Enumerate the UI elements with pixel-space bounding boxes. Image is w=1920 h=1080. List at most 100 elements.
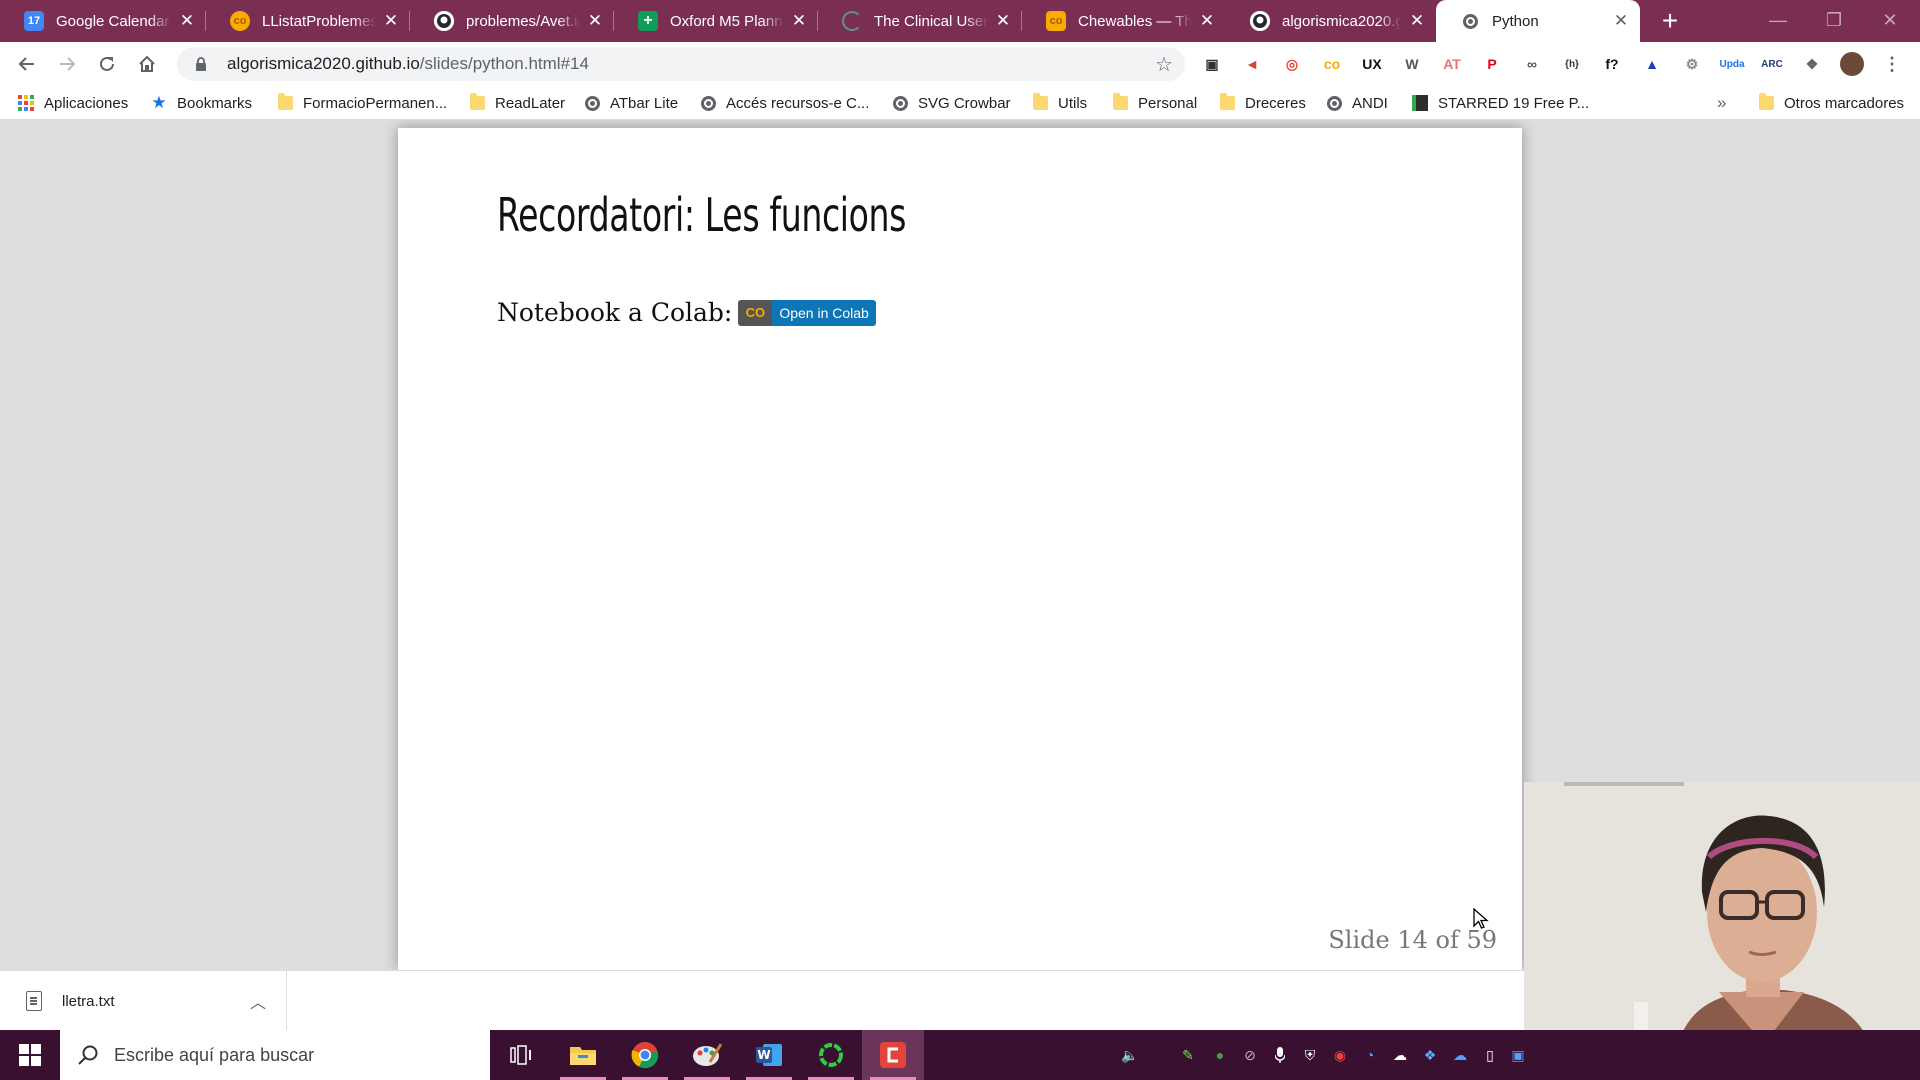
- bookmark-utils[interactable]: Utils: [1032, 86, 1087, 120]
- wordpress-ext-icon[interactable]: W: [1400, 52, 1424, 76]
- glasses-ext-icon[interactable]: ∞: [1520, 52, 1544, 76]
- tab-chewables[interactable]: co Chewables — The ✕: [1022, 0, 1226, 42]
- open-in-colab-badge[interactable]: CO Open in Colab: [738, 299, 876, 326]
- profile-avatar[interactable]: [1840, 52, 1864, 76]
- task-view-button[interactable]: [490, 1030, 552, 1080]
- task-view-icon: [510, 1045, 531, 1065]
- network-disabled-tray-icon[interactable]: ⊘: [1240, 1045, 1260, 1065]
- taskbar-file-explorer[interactable]: [552, 1030, 614, 1080]
- url-text[interactable]: algorismica2020.github.io/slides/python.…: [227, 54, 589, 74]
- tab-title: Python: [1492, 12, 1539, 30]
- close-icon[interactable]: ✕: [1198, 11, 1216, 31]
- at-ext-icon[interactable]: AT: [1440, 52, 1464, 76]
- taskbar-green-ring-app[interactable]: [800, 1030, 862, 1080]
- tab-title: LListatProblemes.ip: [262, 12, 376, 30]
- taskbar-search-box[interactable]: Escribe aquí para buscar: [60, 1030, 490, 1080]
- pen-tray-icon[interactable]: ✎: [1178, 1045, 1198, 1065]
- taskbar-chrome[interactable]: [614, 1030, 676, 1080]
- defender-shield-tray-icon[interactable]: ⛨: [1300, 1045, 1320, 1065]
- clipboard-tray-icon[interactable]: ▣: [1508, 1045, 1528, 1065]
- close-icon[interactable]: ✕: [1408, 11, 1426, 31]
- formula-ext-icon[interactable]: f?: [1600, 52, 1624, 76]
- colab-ext-icon[interactable]: co: [1320, 52, 1344, 76]
- reload-button[interactable]: [92, 49, 122, 79]
- minimize-button[interactable]: —: [1748, 0, 1808, 42]
- colab-logo-icon: CO: [738, 299, 773, 326]
- home-button[interactable]: [132, 49, 162, 79]
- close-icon[interactable]: ✕: [994, 11, 1012, 31]
- folder-icon: [1219, 93, 1235, 111]
- update-ext-icon[interactable]: Upda: [1720, 52, 1745, 76]
- tab-algorismica[interactable]: algorismica2020.g ✕: [1226, 0, 1436, 42]
- close-icon[interactable]: ✕: [586, 11, 604, 31]
- bookmark-atbar[interactable]: ATbar Lite: [584, 86, 678, 120]
- bookmark-starred[interactable]: STARRED 19 Free P...: [1412, 86, 1589, 120]
- microphone-tray-icon[interactable]: [1270, 1045, 1290, 1065]
- cloud-upload-tray-icon[interactable]: ☁: [1390, 1045, 1410, 1065]
- blue-app-tray-icon[interactable]: ◔: [1360, 1045, 1380, 1065]
- taskbar-camtasia[interactable]: [862, 1030, 924, 1080]
- start-button[interactable]: [0, 1030, 60, 1080]
- pinterest-ext-icon[interactable]: P: [1480, 52, 1504, 76]
- onedrive-tray-icon[interactable]: ☁: [1450, 1045, 1470, 1065]
- notebook-label: Notebook a Colab:: [497, 298, 733, 327]
- bookmark-star-icon[interactable]: ☆: [1155, 52, 1173, 77]
- tab-llistat-problemes[interactable]: co LListatProblemes.ip ✕: [206, 0, 410, 42]
- close-icon[interactable]: ✕: [1612, 11, 1630, 31]
- tab-clinical-user[interactable]: The Clinical User E ✕: [818, 0, 1022, 42]
- green-ring-app-icon: [819, 1043, 843, 1067]
- bookmark-formacio[interactable]: FormacioPermanen...: [277, 86, 447, 120]
- bookmark-readlater[interactable]: ReadLater: [469, 86, 565, 120]
- star-icon: ★: [151, 93, 167, 112]
- close-icon[interactable]: ✕: [382, 11, 400, 31]
- address-bar[interactable]: algorismica2020.github.io/slides/python.…: [177, 47, 1185, 81]
- ux-ext-icon[interactable]: UX: [1360, 52, 1384, 76]
- restore-button[interactable]: ❐: [1804, 0, 1864, 42]
- tab-google-calendar[interactable]: 17 Google Calendar - ✕: [0, 0, 206, 42]
- close-icon[interactable]: ✕: [790, 11, 808, 31]
- tab-problemes-avet[interactable]: problemes/Avet.ip ✕: [410, 0, 614, 42]
- bookmark-label: FormacioPermanen...: [303, 94, 448, 112]
- color-wheel-ext-icon[interactable]: ◎: [1280, 52, 1304, 76]
- bookmark-apps[interactable]: Aplicaciones: [18, 86, 128, 120]
- chevron-up-icon[interactable]: ︿: [250, 989, 266, 1013]
- bookmark-andi[interactable]: ANDI: [1326, 86, 1388, 120]
- bookmark-acces-recursos[interactable]: Accés recursos-e C...: [700, 86, 869, 120]
- taskbar-paint-app[interactable]: [676, 1030, 738, 1080]
- close-icon[interactable]: ✕: [178, 11, 196, 31]
- gear-ext-icon[interactable]: ⚙: [1680, 52, 1704, 76]
- arc-ext-icon[interactable]: ARC: [1760, 52, 1784, 76]
- close-window-button[interactable]: ✕: [1860, 0, 1920, 42]
- chrome-tray-icon[interactable]: ◉: [1330, 1045, 1350, 1065]
- lock-icon[interactable]: [193, 55, 209, 73]
- megaphone-ext-icon[interactable]: ◄: [1240, 52, 1264, 76]
- forward-button[interactable]: [52, 49, 82, 79]
- tab-python-active[interactable]: Python ✕: [1436, 0, 1640, 42]
- puzzle-ext-icon[interactable]: ❖: [1800, 52, 1824, 76]
- other-bookmarks[interactable]: Otros marcadores: [1758, 86, 1904, 120]
- bookmarks-overflow-button[interactable]: »: [1717, 86, 1726, 120]
- headings-ext-icon[interactable]: {h}: [1560, 52, 1584, 76]
- green-shield-tray-icon[interactable]: ●: [1210, 1045, 1230, 1065]
- new-tab-button[interactable]: +: [1655, 6, 1685, 36]
- starred-page-icon: [1412, 95, 1428, 111]
- paint-app-icon: [693, 1043, 722, 1066]
- bookmark-bookmarks[interactable]: ★ Bookmarks: [151, 86, 252, 120]
- taskbar-word[interactable]: W: [738, 1030, 800, 1080]
- back-button[interactable]: [12, 49, 42, 79]
- bookmark-svg-crowbar[interactable]: SVG Crowbar: [892, 86, 1011, 120]
- dropbox-tray-icon[interactable]: ❖: [1420, 1045, 1440, 1065]
- bookmark-personal[interactable]: Personal: [1112, 86, 1197, 120]
- download-item[interactable]: lletra.txt ︿: [0, 971, 287, 1031]
- volume-icon[interactable]: 🔈: [1120, 1045, 1140, 1065]
- menu-kebab-icon[interactable]: ⋮: [1880, 52, 1904, 76]
- open-in-colab-text: Open in Colab: [772, 299, 876, 326]
- screenshot-ext-icon[interactable]: ▣: [1200, 52, 1224, 76]
- tab-oxford-m5[interactable]: + Oxford M5 Plannin ✕: [614, 0, 818, 42]
- usb-device-tray-icon[interactable]: ▯: [1480, 1045, 1500, 1065]
- bookmark-label: ReadLater: [495, 94, 566, 112]
- slide: Recordatori: Les funcions Notebook a Col…: [398, 128, 1522, 970]
- bookmark-dreceres[interactable]: Dreceres: [1219, 86, 1306, 120]
- accessibility-ext-icon[interactable]: ▲: [1640, 52, 1664, 76]
- globe-icon: [584, 95, 600, 111]
